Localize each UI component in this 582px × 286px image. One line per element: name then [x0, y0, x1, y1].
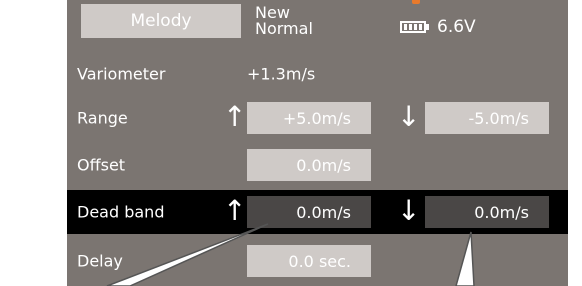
callout-pointers	[106, 223, 475, 286]
callout-pointer-left	[106, 223, 269, 286]
callout-pointer-right	[455, 231, 475, 286]
